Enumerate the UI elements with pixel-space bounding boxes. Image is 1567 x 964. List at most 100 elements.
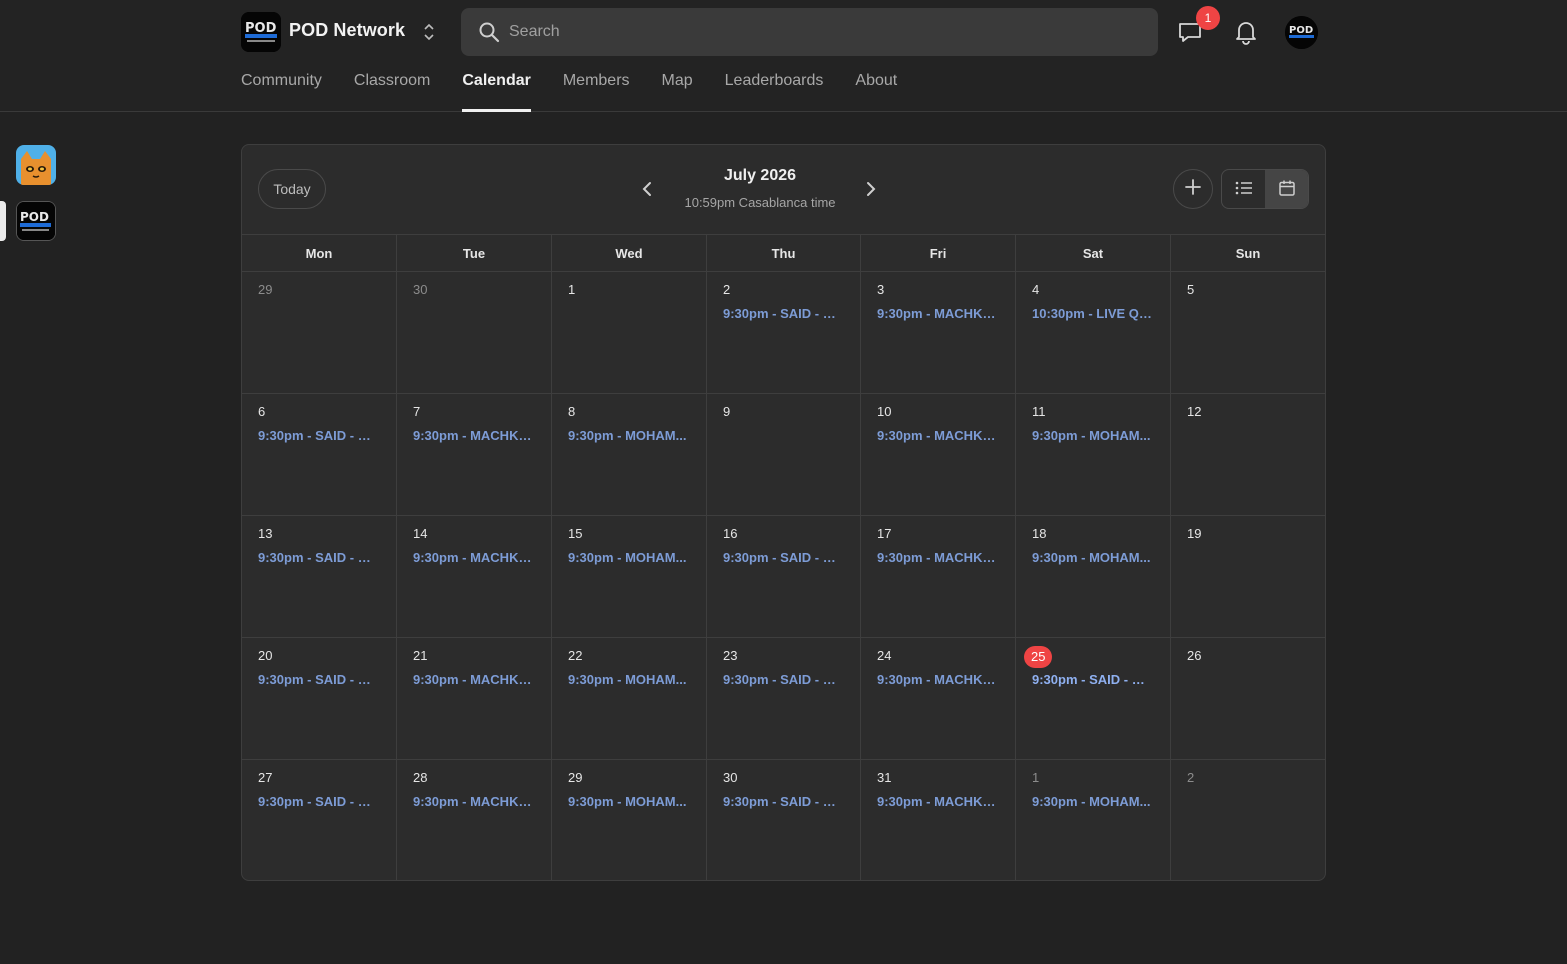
week-row: 20 9:30pm - SAID - Li... 21 9:30pm - MACHKO… [242,637,1325,760]
chevron-right-icon[interactable] [860,179,880,199]
calendar-day[interactable]: 9 [707,394,861,516]
calendar-view-button[interactable] [1265,170,1308,208]
today-button[interactable]: Today [258,169,326,209]
calendar-event[interactable]: 9:30pm - SAID - Li... [258,428,378,443]
calendar-day[interactable]: 4 10:30pm - LIVE Q&... [1016,272,1171,394]
calendar-day[interactable]: 19 [1171,516,1325,638]
calendar-event[interactable]: 9:30pm - MACHKO... [877,672,997,687]
calendar-event[interactable]: 9:30pm - SAID - Li... [723,550,843,565]
svg-text:POD: POD [245,21,277,36]
calendar-event[interactable]: 9:30pm - SAID - Li... [258,672,378,687]
day-number: 30 [723,770,738,785]
calendar-event[interactable]: 9:30pm - MACHKO... [877,550,997,565]
calendar-event[interactable]: 9:30pm - MACHKO... [877,306,997,321]
calendar-event[interactable]: 9:30pm - MOHAM... [568,794,688,809]
calendar-day[interactable]: 30 9:30pm - SAID - Li... [707,760,861,880]
community-switch-pod-avatar[interactable]: POD [16,201,56,241]
week-row: 27 9:30pm - SAID - Li... 28 9:30pm - MACHKO… [242,759,1325,880]
calendar-event[interactable]: 9:30pm - MACHKO... [413,672,533,687]
calendar-event[interactable]: 9:30pm - MACHKO... [413,428,533,443]
calendar-day[interactable]: 10 9:30pm - MACHKO... [861,394,1016,516]
calendar-event[interactable]: 9:30pm - MOHAM... [1032,550,1152,565]
day-number: 1 [1032,770,1040,785]
calendar-event[interactable]: 9:30pm - MACHKO... [413,794,533,809]
weekday-sun: Sun [1235,246,1261,261]
calendar-day[interactable]: 1 [552,272,707,394]
calendar-day[interactable]: 8 9:30pm - MOHAM... [552,394,707,516]
day-number: 24 [877,648,892,663]
calendar-day[interactable]: 6 9:30pm - SAID - Li... [242,394,397,516]
tab-members[interactable]: Members [563,72,630,112]
calendar-day[interactable]: 30 [397,272,552,394]
calendar-day[interactable]: 21 9:30pm - MACHKO... [397,638,552,760]
calendar-day[interactable]: 11 9:30pm - MOHAM... [1016,394,1171,516]
day-number: 10 [877,404,892,419]
calendar-day[interactable]: 22 9:30pm - MOHAM... [552,638,707,760]
weekday-sat: Sat [1016,235,1171,272]
calendar-day[interactable]: 26 [1171,638,1325,760]
day-number: 11 [1032,404,1046,419]
tab-calendar[interactable]: Calendar [462,72,532,112]
calendar-day[interactable]: 29 9:30pm - MOHAM... [552,760,707,880]
community-switch-cat-avatar[interactable] [16,145,56,185]
calendar-event[interactable]: 9:30pm - MACHKO... [877,428,997,443]
tab-classroom[interactable]: Classroom [354,72,430,112]
calendar-day[interactable]: 7 9:30pm - MACHKO... [397,394,552,516]
calendar-event[interactable]: 9:30pm - MACHKO... [413,550,533,565]
calendar-event[interactable]: 9:30pm - SAID - Li... [723,672,843,687]
calendar-day[interactable]: 31 9:30pm - MACHKO... [861,760,1016,880]
calendar-event[interactable]: 9:30pm - SAID - Li... [258,794,378,809]
calendar-event[interactable]: 9:30pm - MOHAM... [1032,428,1152,443]
calendar-day[interactable]: 13 9:30pm - SAID - Li... [242,516,397,638]
calendar-day[interactable]: 28 9:30pm - MACHKO... [397,760,552,880]
calendar-day[interactable]: 24 9:30pm - MACHKO... [861,638,1016,760]
week-row: 6 9:30pm - SAID - Li... 7 9:30pm - MACHKO..… [242,393,1325,516]
calendar-day[interactable]: 2 9:30pm - SAID - Li... [707,272,861,394]
calendar-day[interactable]: 14 9:30pm - MACHKO... [397,516,552,638]
tab-about[interactable]: About [855,72,897,112]
calendar-event[interactable]: 9:30pm - MACHKO... [877,794,997,809]
calendar-day[interactable]: 5 [1171,272,1325,394]
calendar-day[interactable]: 2 [1171,760,1325,880]
calendar-event[interactable]: 9:30pm - MOHAM... [568,428,688,443]
calendar-event[interactable]: 10:30pm - LIVE Q&... [1032,306,1152,321]
calendar-day[interactable]: 18 9:30pm - MOHAM... [1016,516,1171,638]
calendar-event[interactable]: 9:30pm - MOHAM... [568,672,688,687]
calendar-day-today[interactable]: 25 9:30pm - SAID - Li... [1016,638,1171,760]
day-number: 31 [877,770,892,785]
bell-icon[interactable] [1233,18,1259,46]
calendar-day[interactable]: 20 9:30pm - SAID - Li... [242,638,397,760]
search-bar [461,8,1158,56]
pod-network-logo[interactable]: POD [241,12,281,52]
calendar-event[interactable]: 9:30pm - MOHAM... [1032,794,1152,809]
weekday-mon: Mon [242,235,397,272]
tab-community[interactable]: Community [241,72,322,112]
calendar-day[interactable]: 29 [242,272,397,394]
calendar-event[interactable]: 9:30pm - SAID - Li... [723,306,843,321]
search-icon [477,20,501,44]
calendar-day[interactable]: 27 9:30pm - SAID - Li... [242,760,397,880]
search-input[interactable] [509,8,1139,56]
list-icon [1235,181,1253,200]
tab-map[interactable]: Map [662,72,693,112]
calendar-day[interactable]: 12 [1171,394,1325,516]
user-avatar[interactable]: POD [1285,16,1318,49]
calendar-day[interactable]: 23 9:30pm - SAID - Li... [707,638,861,760]
community-name[interactable]: POD Network [289,20,405,41]
calendar-event[interactable]: 9:30pm - SAID - Li... [723,794,843,809]
calendar-day[interactable]: 1 9:30pm - MOHAM... [1016,760,1171,880]
calendar-event[interactable]: 9:30pm - SAID - Li... [1032,672,1152,687]
day-number: 12 [1187,404,1202,419]
list-view-button[interactable] [1222,170,1265,208]
calendar-day[interactable]: 15 9:30pm - MOHAM... [552,516,707,638]
calendar-day[interactable]: 3 9:30pm - MACHKO... [861,272,1016,394]
add-event-button[interactable] [1173,169,1213,209]
calendar-event[interactable]: 9:30pm - SAID - Li... [258,550,378,565]
chevron-up-down-icon[interactable] [418,20,440,44]
calendar-event[interactable]: 9:30pm - MOHAM... [568,550,688,565]
calendar-day[interactable]: 17 9:30pm - MACHKO... [861,516,1016,638]
calendar-day[interactable]: 16 9:30pm - SAID - Li... [707,516,861,638]
tab-leaderboards[interactable]: Leaderboards [725,72,824,112]
month-title: July 2026 [723,167,797,184]
weekday-tue: Tue [397,235,552,272]
